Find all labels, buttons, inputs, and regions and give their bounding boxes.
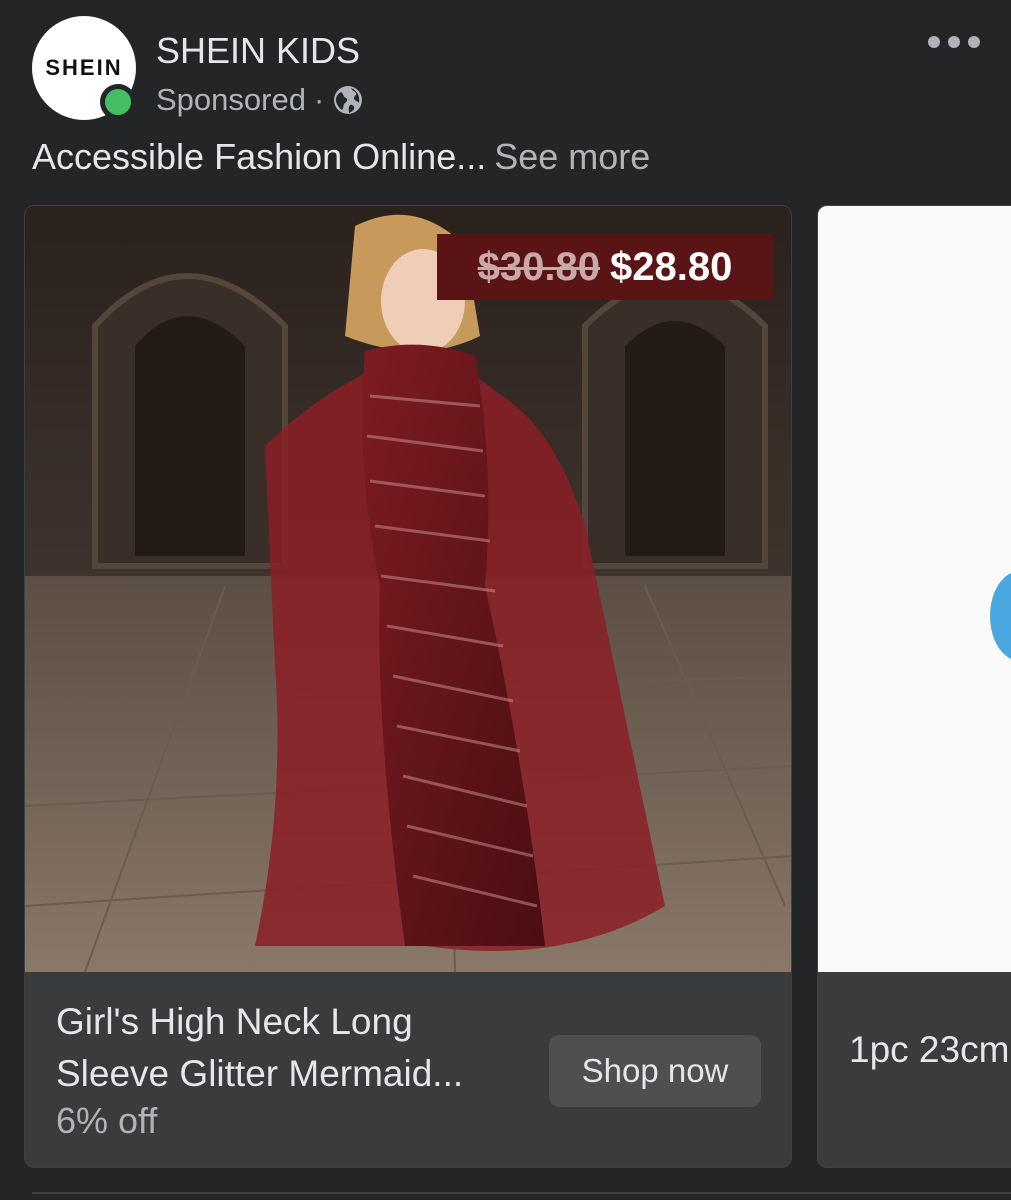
product-carousel[interactable]: $30.80 $28.80 Girl's High Neck Long Slee… — [0, 205, 1011, 1170]
product-photo — [990, 571, 1011, 661]
product-title[interactable]: Girl's High Neck Long Sleeve Glitter Mer… — [56, 996, 536, 1100]
post-caption: Accessible Fashion Online... See more — [32, 136, 650, 178]
page-name[interactable]: SHEIN KIDS — [156, 30, 360, 72]
product-image[interactable] — [818, 206, 1011, 972]
globe-icon — [334, 86, 363, 114]
product-title[interactable]: 1pc 23cm Pokemon — [849, 1024, 1011, 1076]
post-header: SHEIN SHEIN KIDS Sponsored · — [0, 0, 1011, 130]
carousel-card[interactable]: 1pc 23cm Pokemon — [817, 205, 1011, 1168]
sponsored-label[interactable]: Sponsored — [156, 82, 306, 118]
discount-label: 6% off — [56, 1100, 158, 1141]
meta-separator: · — [313, 82, 325, 117]
card-footer[interactable]: 1pc 23cm Pokemon — [818, 972, 1011, 1167]
product-image[interactable]: $30.80 $28.80 — [25, 206, 791, 972]
more-options-icon[interactable] — [928, 30, 980, 54]
card-footer[interactable]: Girl's High Neck Long Sleeve Glitter Mer… — [25, 972, 791, 1167]
price-tag: $30.80 $28.80 — [437, 234, 773, 300]
old-price: $30.80 — [477, 244, 600, 289]
online-status-icon — [100, 84, 136, 120]
caption-text: Accessible Fashion Online... — [32, 136, 487, 177]
divider — [32, 1192, 1011, 1194]
avatar-logo-text: SHEIN — [45, 55, 123, 80]
carousel-card[interactable]: $30.80 $28.80 Girl's High Neck Long Slee… — [24, 205, 792, 1168]
new-price: $28.80 — [610, 244, 733, 289]
post-meta: Sponsored · — [156, 82, 364, 118]
product-photo — [25, 206, 791, 972]
see-more-link[interactable]: See more — [494, 136, 650, 177]
shop-now-button[interactable]: Shop now — [549, 1035, 761, 1107]
